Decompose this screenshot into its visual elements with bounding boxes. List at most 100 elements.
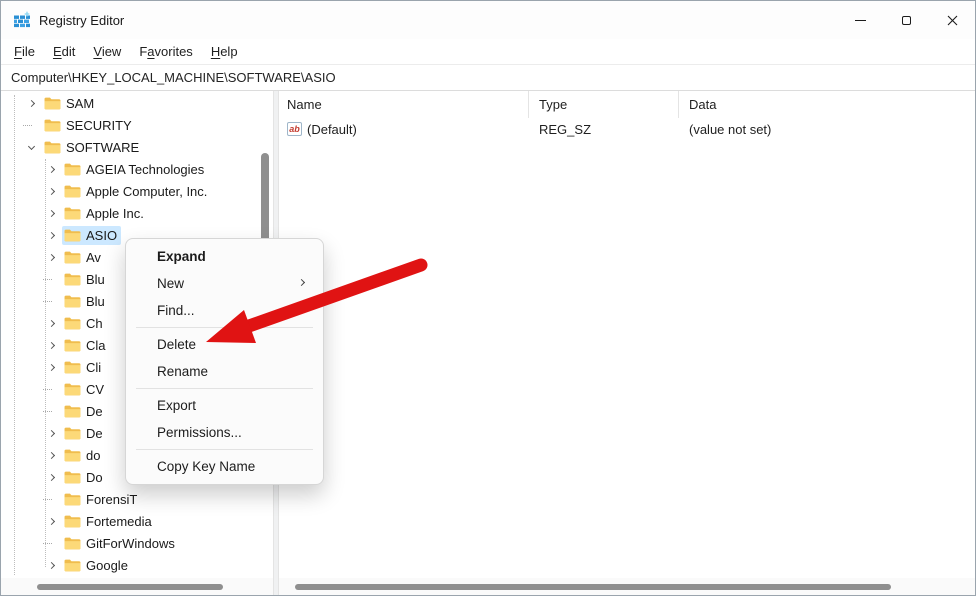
tree-item-label: De (86, 403, 103, 419)
context-menu-item-rename[interactable]: Rename (129, 358, 320, 385)
tree-item-label: ForensiT (86, 491, 138, 507)
chevron-icon[interactable] (47, 451, 56, 459)
tree-item-google[interactable]: Google (1, 554, 263, 576)
chevron-icon[interactable] (47, 319, 56, 327)
tree-item-label: GitForWindows (86, 535, 175, 551)
folder-icon (64, 229, 81, 241)
tree-item-forensit[interactable]: ForensiT (1, 488, 263, 510)
tree-item-label: Av (86, 249, 101, 265)
chevron-icon[interactable] (47, 231, 56, 239)
folder-icon (64, 537, 81, 549)
tree-item-security[interactable]: SECURITY (1, 114, 263, 136)
folder-icon (64, 493, 81, 505)
column-header-type[interactable]: Type (529, 91, 679, 118)
folder-icon (44, 141, 61, 153)
chevron-icon[interactable] (47, 517, 56, 525)
submenu-arrow-icon (297, 278, 306, 287)
menu-view[interactable]: View (84, 41, 130, 62)
folder-icon (64, 471, 81, 483)
tree-item-label: Ch (86, 315, 103, 331)
context-menu-item-find[interactable]: Find... (129, 297, 320, 324)
tree-item-label: Apple Inc. (86, 205, 144, 221)
tree-leaf-stub (23, 124, 32, 126)
chevron-icon[interactable] (47, 187, 56, 195)
menu-separator (136, 327, 313, 328)
minimize-button[interactable] (837, 1, 883, 39)
folder-icon (64, 207, 81, 219)
chevron-icon[interactable] (47, 429, 56, 437)
tree-item-apple-computer-inc[interactable]: Apple Computer, Inc. (1, 180, 263, 202)
chevron-icon[interactable] (47, 253, 56, 261)
registry-editor-icon (14, 11, 30, 28)
folder-icon (64, 405, 81, 417)
context-menu-item-expand[interactable]: Expand (129, 243, 320, 270)
column-header-data[interactable]: Data (679, 91, 975, 118)
folder-icon (64, 163, 81, 175)
chevron-icon[interactable] (47, 473, 56, 481)
tree-item-label: AGEIA Technologies (86, 161, 205, 177)
tree-horizontal-scrollbar-thumb[interactable] (37, 584, 223, 590)
chevron-icon[interactable] (47, 561, 56, 569)
string-value-icon: ab (287, 122, 302, 136)
folder-icon (64, 339, 81, 351)
tree-item-ageia-technologies[interactable]: AGEIA Technologies (1, 158, 263, 180)
title-bar: Registry Editor (1, 1, 975, 39)
folder-icon (44, 97, 61, 109)
tree-item-label: Fortemedia (86, 513, 152, 529)
context-menu: Expand New Find... Delete Rename Export … (125, 238, 324, 485)
context-menu-item-copy-key-name[interactable]: Copy Key Name (129, 453, 320, 480)
tree-leaf-stub (43, 410, 52, 412)
chevron-icon[interactable] (47, 363, 56, 371)
folder-icon (64, 559, 81, 571)
menu-file[interactable]: File (5, 41, 44, 62)
tree-item-label: Cla (86, 337, 106, 353)
chevron-icon[interactable] (27, 142, 36, 150)
value-data: (value not set) (689, 121, 772, 137)
minimize-icon (854, 19, 866, 21)
tree-item-label: SOFTWARE (66, 139, 140, 155)
tree-item-label: CV (86, 381, 105, 397)
chevron-icon[interactable] (47, 209, 56, 217)
tree-item-label: SECURITY (66, 117, 132, 133)
tree-item-label: Cli (86, 359, 102, 375)
menu-separator (136, 388, 313, 389)
tree-item-label: Do (86, 469, 103, 485)
folder-icon (64, 427, 81, 439)
folder-icon (64, 317, 81, 329)
menu-edit[interactable]: Edit (44, 41, 84, 62)
chevron-icon[interactable] (27, 99, 36, 107)
value-name: (Default) (307, 121, 357, 137)
close-button[interactable] (929, 1, 975, 39)
folder-icon (44, 119, 61, 131)
address-bar[interactable]: Computer\HKEY_LOCAL_MACHINE\SOFTWARE\ASI… (1, 64, 975, 91)
context-menu-item-new[interactable]: New (129, 270, 320, 297)
tree-item-label: De (86, 425, 103, 441)
values-header-row: Name Type Data (279, 91, 975, 118)
context-menu-item-permissions[interactable]: Permissions... (129, 419, 320, 446)
context-menu-item-export[interactable]: Export (129, 392, 320, 419)
tree-leaf-stub (43, 542, 52, 544)
menu-help[interactable]: Help (202, 41, 247, 62)
tree-item-fortemedia[interactable]: Fortemedia (1, 510, 263, 532)
folder-icon (64, 449, 81, 461)
menu-favorites[interactable]: Favorites (130, 41, 201, 62)
menu-bar: File Edit View Favorites Help (1, 39, 975, 64)
maximize-icon (901, 15, 911, 25)
folder-icon (64, 383, 81, 395)
context-menu-item-delete[interactable]: Delete (129, 331, 320, 358)
value-row-default[interactable]: ab (Default) REG_SZ (value not set) (279, 118, 975, 140)
tree-item-apple-inc[interactable]: Apple Inc. (1, 202, 263, 224)
values-horizontal-scrollbar (279, 578, 975, 595)
tree-item-label: Blu (86, 271, 105, 287)
tree-item-gitforwindows[interactable]: GitForWindows (1, 532, 263, 554)
folder-icon (64, 515, 81, 527)
column-header-name[interactable]: Name (279, 91, 529, 118)
tree-item-software[interactable]: SOFTWARE (1, 136, 263, 158)
chevron-icon[interactable] (47, 341, 56, 349)
chevron-icon[interactable] (47, 165, 56, 173)
tree-leaf-stub (43, 498, 52, 500)
value-type: REG_SZ (539, 121, 592, 137)
tree-item-sam[interactable]: SAM (1, 92, 263, 114)
maximize-button[interactable] (883, 1, 929, 39)
values-horizontal-scrollbar-thumb[interactable] (295, 584, 891, 590)
